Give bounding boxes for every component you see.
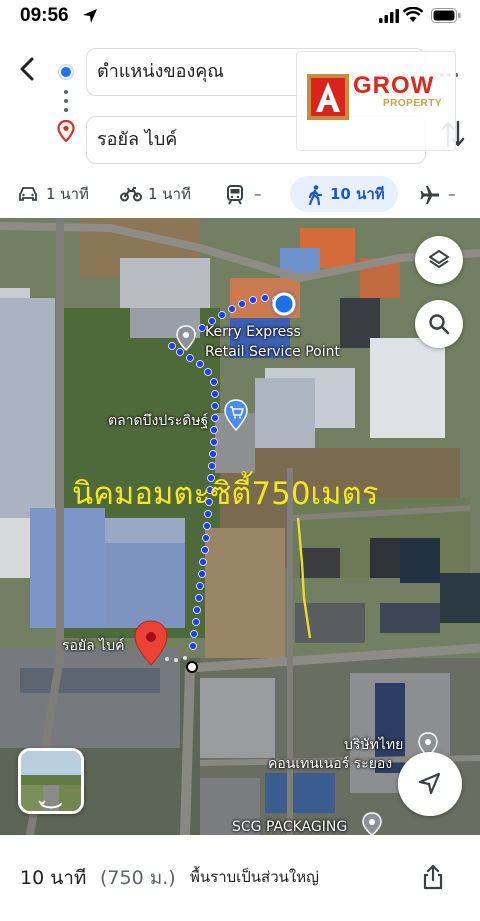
train-icon (227, 185, 243, 205)
map-label-scg[interactable]: SCG PACKAGING (232, 819, 347, 835)
satellite-map[interactable]: Kerry Express Retail Service Point ตลาดบ… (0, 218, 480, 835)
search-along-route-button[interactable] (415, 300, 463, 348)
layers-button[interactable] (415, 236, 463, 284)
street-view-thumbnail[interactable] (18, 748, 84, 814)
share-icon[interactable] (420, 863, 446, 891)
map-label-destination[interactable]: รอยัล ไบค์ (62, 635, 124, 657)
car-icon (19, 187, 37, 201)
handwritten-distance-annotation: นิคมอมตะซิตี้750เมตร (72, 476, 379, 512)
directions-header: ตำแหน่งของคุณ รอยัล ไบค์ GROW PROPERTY 1… (0, 34, 480, 218)
mode-transit[interactable]: – (226, 176, 276, 212)
logo-subtitle-text: PROPERTY (383, 98, 443, 109)
mode-motorcycle[interactable]: 1 นาที (120, 176, 200, 212)
map-satellite-imagery (0, 218, 480, 835)
mode-driving[interactable]: 1 นาที (18, 176, 98, 212)
search-icon (429, 314, 450, 335)
logo-brand-text: GROW (353, 72, 435, 99)
map-label-kerry-sub[interactable]: Retail Service Point (205, 344, 340, 360)
mode-walking[interactable]: 10 นาที (290, 176, 398, 212)
agrow-logo-mark (307, 74, 349, 120)
map-label-kerry[interactable]: Kerry Express (205, 324, 301, 340)
back-arrow-icon[interactable] (14, 54, 40, 84)
battery-icon (431, 8, 461, 23)
route-connector-dots (64, 90, 68, 114)
street-view-image (21, 751, 81, 811)
route-distance: (750 ม.) (100, 867, 176, 889)
route-description: พื้นราบเป็นส่วนใหญ่ (190, 868, 319, 886)
mode-flight[interactable]: – (420, 176, 470, 212)
map-label-company-sub[interactable]: คอนเทนเนอร์ ระยอง (268, 753, 392, 775)
location-arrow-icon (83, 9, 97, 23)
origin-dot-icon (59, 65, 73, 79)
navigation-arrow-icon (418, 772, 441, 795)
travel-mode-bar: 1 นาที 1 นาที – 10 นาที – (0, 174, 480, 218)
status-time: 09:56 (20, 5, 69, 26)
agrow-property-logo: GROW PROPERTY (296, 51, 456, 151)
status-bar: 09:56 (0, 0, 480, 34)
wifi-icon (403, 7, 423, 22)
layers-icon (429, 250, 449, 268)
motorcycle-icon (120, 187, 142, 202)
destination-pin-icon (57, 120, 75, 142)
airplane-icon (420, 186, 439, 204)
recenter-button[interactable] (398, 752, 462, 816)
cellular-signal-icon (379, 9, 399, 23)
map-label-market[interactable]: ตลาดบึงประดิษฐ์ (108, 410, 208, 432)
route-summary-sheet[interactable]: 10 นาที (750 ม.) พื้นราบเป็นส่วนใหญ่ (0, 835, 480, 921)
walking-icon (308, 185, 323, 205)
route-duration: 10 นาที (20, 867, 87, 889)
